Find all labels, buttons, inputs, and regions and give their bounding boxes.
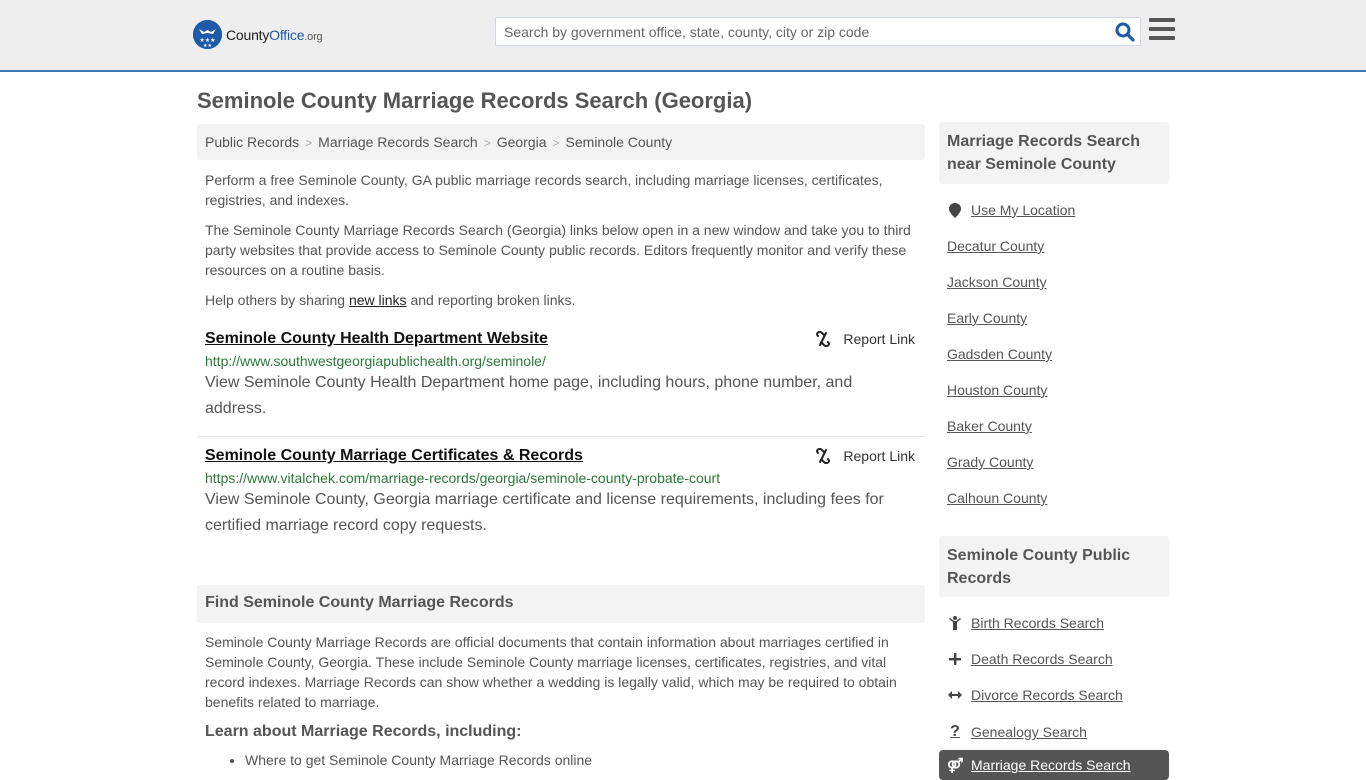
divorce-records-link[interactable]: Divorce Records Search <box>947 687 1123 703</box>
svg-text:★★: ★★ <box>203 43 212 49</box>
breadcrumb-public-records[interactable]: Public Records <box>205 134 299 150</box>
result-description: View Seminole County, Georgia marriage c… <box>205 491 884 534</box>
find-records-heading: Find Seminole County Marriage Records <box>197 585 925 623</box>
intro-text-before: Help others by sharing <box>205 292 349 308</box>
logo-name-accent: Office <box>269 26 305 43</box>
nearby-county-link[interactable]: Houston County <box>947 382 1047 398</box>
public-records-heading: Seminole County Public Records <box>939 536 1169 597</box>
report-link-label: Report Link <box>843 331 915 347</box>
nearby-county-link[interactable]: Baker County <box>947 418 1032 434</box>
learn-heading: Learn about Marriage Records, including: <box>205 723 522 740</box>
result-item: Seminole County Health Department Websit… <box>197 330 925 422</box>
result-divider <box>197 436 925 437</box>
breadcrumb-separator: > <box>552 136 560 150</box>
intro-paragraph-2: The Seminole County Marriage Records Sea… <box>205 222 911 278</box>
hamburger-menu-icon[interactable] <box>1149 18 1175 42</box>
breadcrumb: Public Records > Marriage Records Search > G… <box>197 124 925 160</box>
logo-name: County <box>226 26 270 43</box>
breadcrumb-separator: > <box>305 136 313 150</box>
nearby-county-link[interactable]: Jackson County <box>947 274 1047 290</box>
site-logo[interactable]: ★★★ ★★ CountyOffice.org <box>193 20 323 49</box>
search-button[interactable] <box>1114 21 1136 43</box>
result-url: https://www.vitalchek.com/marriage-recor… <box>205 470 721 486</box>
report-link-button[interactable]: Report Link <box>815 331 915 347</box>
menu-bar <box>1149 36 1175 40</box>
marriage-records-active-item[interactable]: ⚤ Marriage Records Search <box>939 750 1169 780</box>
nearby-county-link[interactable]: Grady County <box>947 454 1033 470</box>
menu-bar <box>1149 18 1175 22</box>
result-description: View Seminole County Health Department h… <box>205 374 853 417</box>
map-marker-icon <box>947 202 963 218</box>
learn-list-item: Where to get Seminole County Marriage Re… <box>245 752 592 768</box>
breadcrumb-separator: > <box>483 136 491 150</box>
genealogy-search-link[interactable]: ? Genealogy Search <box>947 723 1087 741</box>
report-link-button[interactable]: Report Link <box>815 448 915 464</box>
search-box <box>495 17 1141 46</box>
nearby-county-link[interactable]: Early County <box>947 310 1027 326</box>
logo-eagle-icon: ★★★ ★★ <box>193 20 222 49</box>
use-my-location-label: Use My Location <box>971 202 1076 218</box>
arrows-horizontal-icon <box>947 690 963 700</box>
report-link-label: Report Link <box>843 448 915 464</box>
intro-paragraph-3: Help others by sharing new links and rep… <box>205 290 917 310</box>
breadcrumb-current: Seminole County <box>565 134 673 150</box>
intro-paragraph-1: Perform a free Seminole County, GA publi… <box>205 172 883 208</box>
site-header: ★★★ ★★ CountyOffice.org <box>0 0 1366 72</box>
marriage-records-active-label: Marriage Records Search <box>971 757 1131 773</box>
breadcrumb-marriage-records-search[interactable]: Marriage Records Search <box>318 134 478 150</box>
intro-text: Perform a free Seminole County, GA publi… <box>205 170 917 320</box>
question-icon: ? <box>950 723 960 740</box>
search-input[interactable] <box>496 18 1096 45</box>
new-links-link[interactable]: new links <box>349 292 407 308</box>
use-my-location-link[interactable]: Use My Location <box>947 202 1075 218</box>
nearby-county-link[interactable]: Decatur County <box>947 238 1044 254</box>
logo-text: CountyOffice.org <box>226 26 323 43</box>
find-records-body: Seminole County Marriage Records are off… <box>205 634 897 710</box>
breadcrumb-georgia[interactable]: Georgia <box>497 134 547 150</box>
result-title-link[interactable]: Seminole County Marriage Certificates & … <box>205 447 583 465</box>
divorce-records-label: Divorce Records Search <box>971 687 1123 703</box>
death-records-label: Death Records Search <box>971 651 1113 667</box>
birth-records-label: Birth Records Search <box>971 615 1105 631</box>
marriage-icon: ⚤ <box>947 756 964 773</box>
result-title-link[interactable]: Seminole County Health Department Websit… <box>205 330 548 348</box>
search-icon <box>1115 22 1135 42</box>
child-icon <box>947 616 963 630</box>
plus-icon <box>947 653 963 665</box>
nearby-heading: Marriage Records Search near Seminole Co… <box>939 122 1169 184</box>
result-url: http://www.southwestgeorgiapublichealth.… <box>205 353 546 369</box>
learn-list: Where to get Seminole County Marriage Re… <box>245 752 592 768</box>
page-title: Seminole County Marriage Records Search … <box>197 88 753 113</box>
nearby-county-link[interactable]: Gadsden County <box>947 346 1052 362</box>
broken-link-icon <box>816 448 831 464</box>
death-records-link[interactable]: Death Records Search <box>947 651 1113 667</box>
birth-records-link[interactable]: Birth Records Search <box>947 615 1104 631</box>
result-item: Seminole County Marriage Certificates & … <box>197 447 925 539</box>
logo-tld: .org <box>304 30 323 43</box>
menu-bar <box>1149 27 1175 31</box>
intro-text-after: and reporting broken links. <box>406 292 576 308</box>
genealogy-search-label: Genealogy Search <box>971 724 1087 740</box>
nearby-county-link[interactable]: Calhoun County <box>947 490 1047 506</box>
broken-link-icon <box>816 331 831 347</box>
